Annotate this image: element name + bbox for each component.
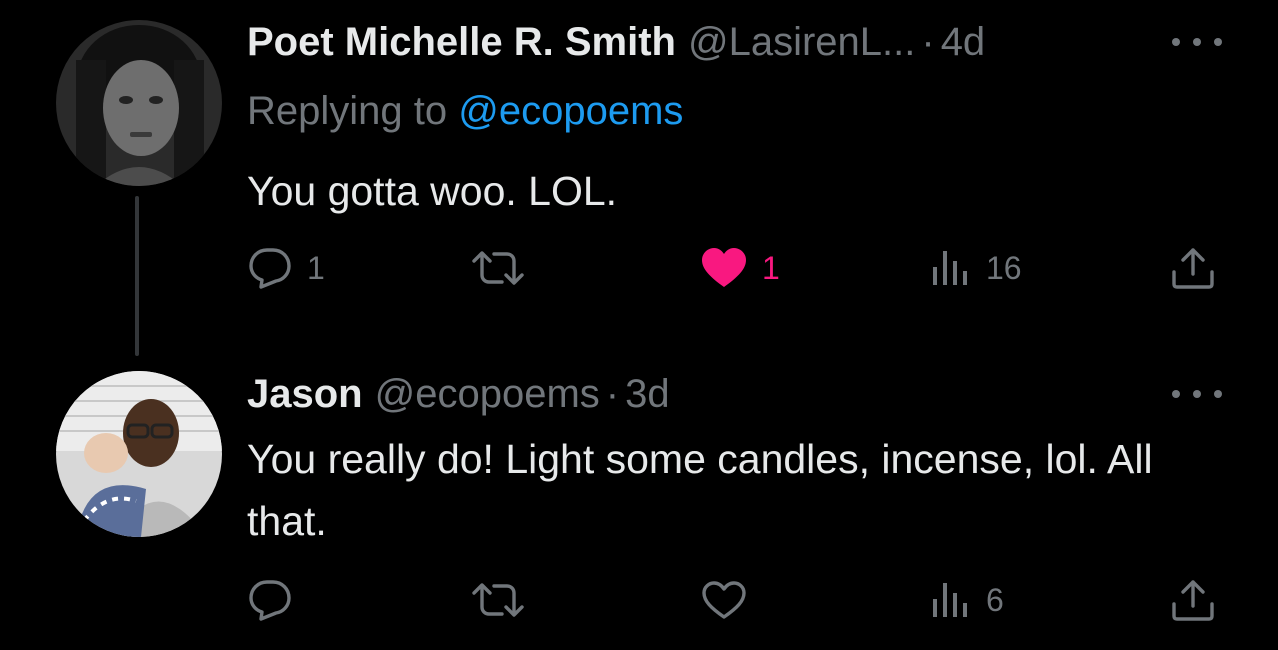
avatar[interactable]	[56, 371, 222, 537]
more-icon[interactable]	[1172, 32, 1222, 52]
avatar-photo	[56, 20, 222, 186]
tweet-text: You really do! Light some candles, incen…	[247, 436, 1153, 544]
share-icon	[1172, 248, 1214, 289]
timestamp[interactable]: 3d	[625, 370, 670, 418]
tweet-header: Poet Michelle R. Smith @LasirenL... · 4d	[247, 18, 985, 66]
display-name[interactable]: Poet Michelle R. Smith	[247, 18, 676, 66]
views-button[interactable]: 16	[930, 238, 1022, 298]
views-button[interactable]: 6	[930, 570, 1004, 630]
view-count: 6	[986, 581, 1004, 618]
timestamp[interactable]: 4d	[941, 18, 986, 66]
separator-dot: ·	[605, 372, 620, 416]
tweet[interactable]: Jason @ecopoems · 3d You really do! Ligh…	[0, 360, 1278, 650]
retweet-button[interactable]	[470, 238, 540, 298]
view-count: 16	[986, 249, 1022, 286]
reply-button[interactable]	[247, 570, 307, 630]
replying-mention-link[interactable]: @ecopoems	[458, 89, 683, 133]
reply-button[interactable]: 1	[247, 238, 325, 298]
replying-label: Replying to	[247, 89, 448, 133]
avatar-photo	[56, 371, 222, 537]
heart-icon	[702, 581, 746, 619]
reply-count: 1	[307, 249, 325, 286]
share-button[interactable]	[1170, 570, 1216, 630]
user-handle[interactable]: @ecopoems	[375, 370, 600, 418]
avatar[interactable]	[56, 20, 222, 186]
retweet-button[interactable]	[470, 570, 540, 630]
user-handle[interactable]: @LasirenL...	[688, 18, 915, 66]
views-icon	[933, 583, 967, 617]
more-icon[interactable]	[1172, 384, 1222, 404]
like-button[interactable]	[700, 570, 762, 630]
action-bar: 1 1 16	[0, 238, 1278, 298]
share-icon	[1172, 580, 1214, 621]
heart-icon	[702, 248, 746, 287]
like-count: 1	[762, 249, 780, 286]
retweet-icon	[472, 583, 524, 617]
tweet[interactable]: Poet Michelle R. Smith @LasirenL... · 4d…	[0, 0, 1278, 360]
like-button[interactable]: 1	[700, 238, 780, 298]
display-name[interactable]: Jason	[247, 370, 363, 418]
views-icon	[933, 251, 967, 285]
tweet-text: You gotta woo. LOL.	[247, 168, 618, 214]
replying-to: Replying to @ecopoems	[247, 86, 683, 136]
separator-dot: ·	[921, 20, 935, 64]
action-bar: 6	[0, 570, 1278, 630]
retweet-icon	[472, 251, 524, 285]
share-button[interactable]	[1170, 238, 1216, 298]
reply-icon	[249, 248, 291, 289]
tweet-header: Jason @ecopoems · 3d	[247, 370, 670, 418]
reply-icon	[249, 580, 291, 621]
